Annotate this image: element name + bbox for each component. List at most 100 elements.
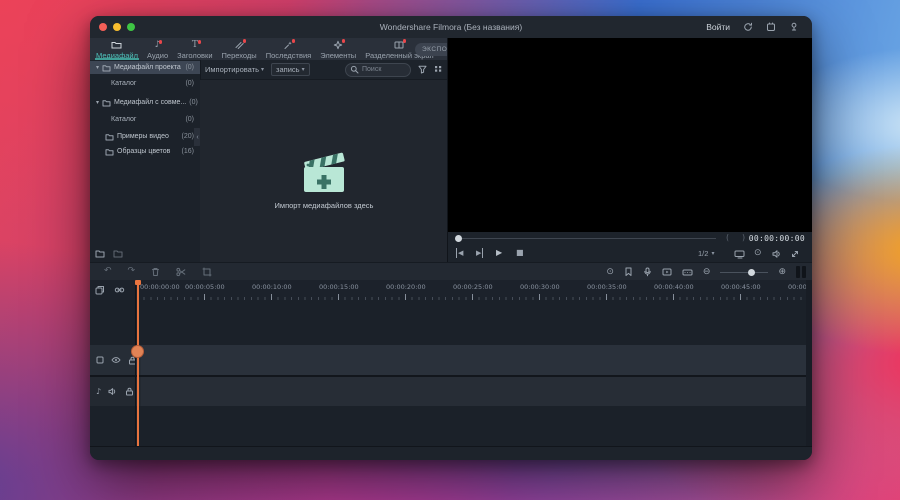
caret-down-icon[interactable]: ▾ xyxy=(96,64,99,71)
elements-icon xyxy=(333,39,346,50)
seek-track[interactable] xyxy=(458,238,716,239)
eye-icon[interactable] xyxy=(111,356,121,364)
folder-icon xyxy=(111,40,122,50)
search-icon xyxy=(350,65,359,74)
import-dropdown[interactable]: Импортировать ▾ xyxy=(205,65,264,74)
sidebar-item-shared-media[interactable]: ▾ Медиафайл с совме... (0) xyxy=(90,96,200,109)
render-preview-icon[interactable] xyxy=(662,267,672,277)
sidebar-footer xyxy=(95,249,123,258)
split-screen-icon xyxy=(394,39,407,50)
tab-titles[interactable]: T Заголовки xyxy=(176,38,213,60)
search-input[interactable] xyxy=(362,66,400,73)
crop-icon[interactable] xyxy=(202,267,212,277)
chevron-down-icon: ▾ xyxy=(261,66,265,73)
play-button[interactable]: ▶ xyxy=(496,248,502,258)
sidebar-item-sample-videos[interactable]: Примеры видео (20) xyxy=(90,130,200,143)
tab-transitions[interactable]: Переходы xyxy=(221,38,258,60)
preview-screen[interactable] xyxy=(448,38,812,232)
caret-down-icon[interactable]: ▾ xyxy=(96,99,99,106)
timeline-ruler: 00:00:00:00 00:00:05:00 00:00:10:00 00:0… xyxy=(90,280,812,301)
delete-folder-icon[interactable] xyxy=(113,249,123,258)
timeline-toolbar: ↶ ↷ ⊙ ⊖ ⊕ xyxy=(90,262,812,281)
clapperboard-icon xyxy=(301,152,347,194)
folder-icon xyxy=(105,148,114,156)
audio-track-head: ♪ xyxy=(90,377,141,406)
folder-icon xyxy=(102,64,111,72)
slider-handle[interactable] xyxy=(748,268,756,276)
filter-icon[interactable] xyxy=(418,65,427,74)
manage-tracks-icon[interactable] xyxy=(95,285,105,295)
audio-track[interactable]: ♪ xyxy=(90,377,812,406)
notification-badge xyxy=(158,40,163,44)
tab-elements[interactable]: Элементы xyxy=(319,38,357,60)
previous-frame-button[interactable]: ◀ xyxy=(456,248,463,258)
titlebar: Wondershare Filmora (Без названия) Войти xyxy=(90,16,812,39)
zoom-out-icon[interactable]: ⊖ xyxy=(703,267,711,277)
seek-handle[interactable] xyxy=(455,235,462,242)
chevron-down-icon: ▾ xyxy=(711,250,715,257)
import-hint-label: Импорт медиафайлов здесь xyxy=(274,201,374,210)
next-frame-button[interactable]: ▶ xyxy=(476,248,484,258)
add-folder-icon[interactable] xyxy=(95,249,105,258)
sidebar-item-catalog[interactable]: Каталог (0) xyxy=(90,77,200,90)
volume-icon[interactable] xyxy=(772,249,782,259)
media-content-area[interactable]: Импорт медиафайлов здесь xyxy=(200,80,448,262)
record-dropdown[interactable]: запись ▾ xyxy=(271,63,310,76)
tab-audio[interactable]: ♪ Аудио xyxy=(146,38,169,60)
timeline-zoom-slider[interactable] xyxy=(720,268,769,277)
display-device-icon[interactable] xyxy=(734,249,745,259)
tab-effects[interactable]: Последствия xyxy=(265,38,313,60)
preview-timecode: 00:00:00:00 xyxy=(748,234,805,243)
folder-icon xyxy=(105,133,114,141)
sidebar-item-sample-colors[interactable]: Образцы цветов (16) xyxy=(90,145,200,158)
desktop-wallpaper: Wondershare Filmora (Без названия) Войти… xyxy=(0,0,900,500)
timeline-scrollbar[interactable] xyxy=(806,280,812,446)
media-toolbar: Импортировать ▾ запись ▾ xyxy=(200,60,448,80)
effects-icon xyxy=(283,39,296,50)
record-icon[interactable]: ⊙ xyxy=(606,267,614,277)
video-track[interactable] xyxy=(90,345,812,375)
video-track-icon xyxy=(96,356,104,364)
playhead-line[interactable] xyxy=(137,280,139,446)
voiceover-mic-icon[interactable] xyxy=(643,267,652,277)
marker-icon[interactable] xyxy=(624,267,633,277)
timeline-empty-area[interactable] xyxy=(90,300,812,345)
undo-icon[interactable]: ↶ xyxy=(104,267,112,277)
keyboard-icon[interactable] xyxy=(682,268,693,277)
timeline-view-tools: ⊙ ⊖ ⊕ xyxy=(606,266,812,278)
media-library-sidebar: ▾ Медиафайл проекта (0) Каталог (0) ▾ Ме… xyxy=(90,60,201,262)
import-dropzone[interactable]: Импорт медиафайлов здесь xyxy=(200,152,448,210)
stop-button[interactable]: ■ xyxy=(516,248,524,258)
mark-out-icon[interactable]: ) xyxy=(742,233,745,242)
window-title: Wondershare Filmora (Без названия) xyxy=(379,22,523,32)
playhead-handle[interactable] xyxy=(131,345,144,358)
redo-icon[interactable]: ↷ xyxy=(128,267,136,277)
chevron-down-icon: ▾ xyxy=(301,66,305,73)
ruler-scale[interactable]: 00:00:00:00 00:00:05:00 00:00:10:00 00:0… xyxy=(137,280,806,300)
preview-seek-row: ( ) 00:00:00:00 xyxy=(448,232,812,245)
playback-quality-dropdown[interactable]: 1/2 ▾ xyxy=(698,249,714,258)
view-grid-icon[interactable] xyxy=(434,65,443,74)
delete-icon[interactable] xyxy=(151,267,160,277)
scissors-icon[interactable] xyxy=(176,267,186,277)
fullscreen-icon[interactable] xyxy=(790,249,800,259)
slider-track xyxy=(720,271,769,273)
sidebar-item-project-media[interactable]: ▾ Медиафайл проекта (0) xyxy=(90,61,200,74)
trackhead-divider xyxy=(135,280,136,446)
preview-transport-row: ◀ ▶ ▶ ■ 1/2 ▾ ⊙ xyxy=(448,245,812,263)
search-box[interactable] xyxy=(345,62,411,77)
track-panel-toggle[interactable] xyxy=(796,266,806,278)
timeline-empty-area[interactable] xyxy=(90,406,812,446)
zoom-in-icon[interactable]: ⊕ xyxy=(778,267,786,277)
mark-in-icon[interactable]: ( xyxy=(726,233,729,242)
feature-tabbar: Медиафайл ♪ Аудио T Заголовки Переходы П… xyxy=(90,38,448,60)
tab-media[interactable]: Медиафайл xyxy=(95,38,139,60)
link-icon[interactable] xyxy=(114,285,125,295)
sidebar-item-catalog[interactable]: Каталог (0) xyxy=(90,113,200,126)
lock-icon[interactable] xyxy=(125,387,134,396)
titles-icon: T xyxy=(191,40,198,50)
snapshot-icon[interactable]: ⊙ xyxy=(754,248,762,258)
speaker-icon[interactable] xyxy=(108,387,118,396)
playhead-cap[interactable] xyxy=(135,280,141,285)
notification-badge xyxy=(242,39,247,43)
